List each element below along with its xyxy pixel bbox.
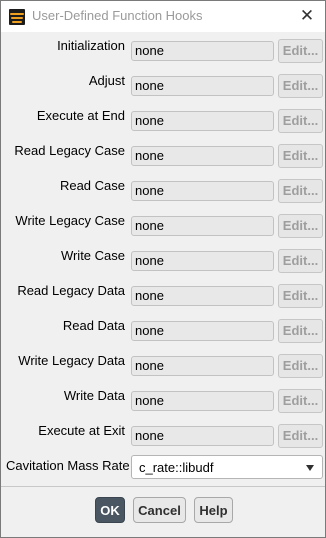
hook-row: Write Case none Edit... bbox=[1, 246, 325, 281]
hook-row: Adjust none Edit... bbox=[1, 71, 325, 106]
hook-label: Execute at Exit bbox=[38, 423, 125, 438]
hook-value-field: none bbox=[131, 41, 274, 61]
hook-row: Read Case none Edit... bbox=[1, 176, 325, 211]
hook-row: Read Legacy Case none Edit... bbox=[1, 141, 325, 176]
title-bar: User-Defined Function Hooks ✕ bbox=[1, 1, 325, 32]
hook-value-field: none bbox=[131, 321, 274, 341]
hook-value-field: none bbox=[131, 251, 274, 271]
hook-label: Read Legacy Case bbox=[14, 143, 125, 158]
edit-button[interactable]: Edit... bbox=[278, 319, 323, 343]
edit-button[interactable]: Edit... bbox=[278, 249, 323, 273]
hook-value-field: none bbox=[131, 181, 274, 201]
hook-value-field: none bbox=[131, 76, 274, 96]
udf-hooks-dialog: User-Defined Function Hooks ✕ Initializa… bbox=[0, 0, 326, 538]
hook-label: Execute at End bbox=[36, 108, 125, 123]
hook-value-field: none bbox=[131, 111, 274, 131]
edit-button[interactable]: Edit... bbox=[278, 424, 323, 448]
hook-value-field: none bbox=[131, 391, 274, 411]
hook-value-field: none bbox=[131, 426, 274, 446]
cavitation-mass-rate-row: Cavitation Mass Rate c_rate::libudf bbox=[1, 454, 325, 482]
hook-value-field: none bbox=[131, 356, 274, 376]
hook-label: Adjust bbox=[88, 73, 125, 88]
hook-value-field: none bbox=[131, 286, 274, 306]
hook-row: Write Data none Edit... bbox=[1, 386, 325, 421]
chevron-down-icon bbox=[306, 465, 314, 471]
hook-label: Initialization bbox=[57, 38, 125, 53]
cavitation-mass-rate-dropdown[interactable]: c_rate::libudf bbox=[131, 455, 323, 479]
cancel-button[interactable]: Cancel bbox=[133, 497, 186, 523]
hook-row: Read Legacy Data none Edit... bbox=[1, 281, 325, 316]
cavitation-mass-rate-label: Cavitation Mass Rate bbox=[6, 458, 130, 473]
hook-row: Execute at Exit none Edit... bbox=[1, 421, 325, 456]
window-title: User-Defined Function Hooks bbox=[32, 8, 203, 23]
edit-button[interactable]: Edit... bbox=[278, 284, 323, 308]
edit-button[interactable]: Edit... bbox=[278, 389, 323, 413]
hook-label: Read Data bbox=[62, 318, 125, 333]
hook-label: Write Data bbox=[63, 388, 125, 403]
hook-row: Execute at End none Edit... bbox=[1, 106, 325, 141]
hook-label: Write Legacy Data bbox=[18, 353, 125, 368]
fluent-app-icon bbox=[9, 9, 25, 25]
edit-button[interactable]: Edit... bbox=[278, 354, 323, 378]
ok-button[interactable]: OK bbox=[95, 497, 125, 523]
hook-label: Read Case bbox=[59, 178, 125, 193]
edit-button[interactable]: Edit... bbox=[278, 144, 323, 168]
close-icon[interactable]: ✕ bbox=[295, 4, 319, 28]
hook-label: Read Legacy Data bbox=[17, 283, 125, 298]
edit-button[interactable]: Edit... bbox=[278, 74, 323, 98]
edit-button[interactable]: Edit... bbox=[278, 109, 323, 133]
hook-value-field: none bbox=[131, 146, 274, 166]
hook-row: Initialization none Edit... bbox=[1, 36, 325, 71]
hook-row: Write Legacy Data none Edit... bbox=[1, 351, 325, 386]
hook-row: Read Data none Edit... bbox=[1, 316, 325, 351]
help-button[interactable]: Help bbox=[194, 497, 233, 523]
edit-button[interactable]: Edit... bbox=[278, 214, 323, 238]
hook-label: Write Case bbox=[60, 248, 125, 263]
hook-row: Write Legacy Case none Edit... bbox=[1, 211, 325, 246]
hook-value-field: none bbox=[131, 216, 274, 236]
hook-label: Write Legacy Case bbox=[15, 213, 125, 228]
cavitation-mass-rate-value: c_rate::libudf bbox=[139, 460, 214, 475]
edit-button[interactable]: Edit... bbox=[278, 179, 323, 203]
divider bbox=[1, 486, 325, 487]
edit-button[interactable]: Edit... bbox=[278, 39, 323, 63]
